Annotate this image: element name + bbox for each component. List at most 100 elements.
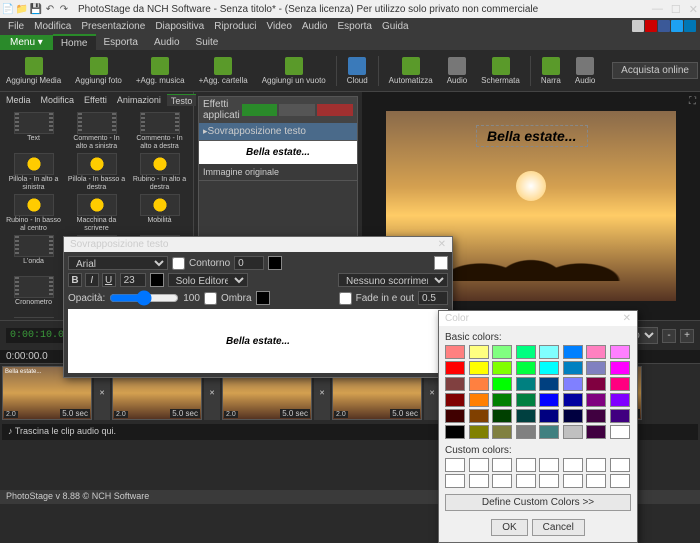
color-swatch[interactable]: [563, 393, 583, 407]
color-swatch[interactable]: [492, 345, 512, 359]
qat-save-icon[interactable]: 💾: [30, 3, 42, 15]
color-swatch[interactable]: [563, 377, 583, 391]
color-swatch[interactable]: [539, 425, 559, 439]
scroll-select[interactable]: Nessuno scorrimento: [338, 273, 448, 287]
linkedin-icon[interactable]: [684, 20, 696, 32]
text-dialog-preview[interactable]: Bella estate...: [68, 309, 448, 373]
ribbon-narra[interactable]: Narra: [537, 55, 565, 87]
color-swatch[interactable]: [610, 361, 630, 375]
underline-button[interactable]: U: [102, 273, 116, 287]
color-swatch[interactable]: [563, 425, 583, 439]
ribbon-aggiungi-media[interactable]: Aggiungi Media: [2, 55, 65, 87]
menu-edit[interactable]: Modifica: [30, 20, 75, 33]
fade-input[interactable]: [418, 291, 448, 305]
custom-color-swatch[interactable]: [469, 458, 489, 472]
add-effect-icon[interactable]: [242, 104, 278, 116]
qat-new-icon[interactable]: 📄: [2, 3, 14, 15]
color-swatch[interactable]: [586, 393, 606, 407]
fx-item[interactable]: Rubino - In alto a destra: [130, 153, 189, 190]
custom-color-swatch[interactable]: [492, 458, 512, 472]
color-swatch[interactable]: [586, 377, 606, 391]
effect-settings-icon[interactable]: [279, 104, 315, 116]
menu-play[interactable]: Riproduci: [210, 20, 260, 33]
ribbon--agg-musica[interactable]: +Agg. musica: [132, 55, 189, 87]
color-swatch[interactable]: [516, 345, 536, 359]
custom-color-swatch[interactable]: [516, 458, 536, 472]
color-swatch[interactable]: [445, 361, 465, 375]
color-swatch[interactable]: [469, 425, 489, 439]
color-swatch[interactable]: [445, 425, 465, 439]
menu-slide[interactable]: Diapositiva: [151, 20, 208, 33]
opacity-slider[interactable]: [109, 290, 179, 306]
zoom-in-icon[interactable]: +: [680, 329, 694, 343]
color-swatch[interactable]: [539, 393, 559, 407]
qat-redo-icon[interactable]: ↷: [58, 3, 70, 15]
menu-audio[interactable]: Audio: [298, 20, 332, 33]
color-swatch[interactable]: [563, 345, 583, 359]
ok-button[interactable]: OK: [491, 519, 527, 536]
cancel-button[interactable]: Cancel: [532, 519, 585, 536]
ribbon-audio[interactable]: Audio: [571, 55, 599, 87]
color-swatch[interactable]: [610, 393, 630, 407]
tab-audio[interactable]: Audio: [146, 35, 188, 50]
custom-color-swatch[interactable]: [610, 458, 630, 472]
define-colors-button[interactable]: Define Custom Colors >>: [445, 494, 631, 511]
color-swatch[interactable]: [469, 361, 489, 375]
shadow-checkbox[interactable]: [204, 292, 217, 305]
fx-item[interactable]: Pillola - In basso a destra: [67, 153, 126, 190]
bold-button[interactable]: B: [68, 273, 82, 287]
color-swatch[interactable]: [563, 409, 583, 423]
fx-item[interactable]: Mobilità: [130, 194, 189, 231]
menu-presentation[interactable]: Presentazione: [77, 20, 149, 33]
facebook-icon[interactable]: [658, 20, 670, 32]
menu-dropdown[interactable]: Menu ▾: [0, 35, 53, 50]
ribbon-cloud[interactable]: Cloud: [343, 55, 372, 87]
color-swatch[interactable]: [492, 425, 512, 439]
custom-color-swatch[interactable]: [563, 474, 583, 488]
dialog-close-icon[interactable]: ✕: [438, 239, 446, 250]
tab-suite[interactable]: Suite: [188, 35, 227, 50]
fx-item[interactable]: Macchina da scrivere: [67, 194, 126, 231]
color-swatch[interactable]: [445, 393, 465, 407]
menu-file[interactable]: File: [4, 20, 28, 33]
shadow-color-swatch[interactable]: [256, 291, 270, 305]
text-overlay[interactable]: Bella estate...: [476, 125, 588, 147]
ribbon--agg-cartella[interactable]: +Agg. cartella: [195, 55, 252, 87]
color-swatch[interactable]: [516, 409, 536, 423]
qat-open-icon[interactable]: 📁: [16, 3, 28, 15]
color-swatch[interactable]: [563, 361, 583, 375]
ribbon-automatizza[interactable]: Automatizza: [385, 55, 437, 87]
outline-checkbox[interactable]: [172, 257, 185, 270]
color-swatch[interactable]: [445, 377, 465, 391]
custom-color-swatch[interactable]: [610, 474, 630, 488]
color-swatch[interactable]: [516, 361, 536, 375]
color-swatch[interactable]: [539, 361, 559, 375]
color-dialog-close-icon[interactable]: ✕: [623, 313, 631, 324]
color-swatch[interactable]: [445, 345, 465, 359]
menu-help[interactable]: Guida: [378, 20, 413, 33]
fade-checkbox[interactable]: [339, 292, 352, 305]
custom-color-swatch[interactable]: [539, 458, 559, 472]
outline-width-input[interactable]: [234, 256, 264, 270]
side-tab-anim[interactable]: Animazioni: [113, 94, 165, 106]
ribbon-aggiungi-un-vuoto[interactable]: Aggiungi un vuoto: [258, 55, 330, 87]
custom-color-swatch[interactable]: [445, 458, 465, 472]
menu-video[interactable]: Video: [262, 20, 295, 33]
youtube-icon[interactable]: [645, 20, 657, 32]
color-swatch[interactable]: [586, 345, 606, 359]
color-swatch[interactable]: [492, 361, 512, 375]
fx-item[interactable]: Rubino - In basso al centro: [4, 194, 63, 231]
editor-mode-select[interactable]: Solo Editore: [168, 273, 248, 287]
ribbon-schermata[interactable]: Schermata: [477, 55, 524, 87]
color-swatch[interactable]: [516, 425, 536, 439]
color-swatch[interactable]: [610, 425, 630, 439]
menu-export[interactable]: Esporta: [333, 20, 375, 33]
custom-color-swatch[interactable]: [516, 474, 536, 488]
remove-effect-icon[interactable]: [317, 104, 353, 116]
custom-color-swatch[interactable]: [563, 458, 583, 472]
font-size-input[interactable]: [120, 273, 146, 287]
tab-home[interactable]: Home: [53, 34, 96, 51]
fx-item[interactable]: Commento - In alto a sinistra: [67, 112, 126, 149]
effect-item[interactable]: ▸ Sovrapposizione testo: [199, 123, 357, 141]
custom-color-swatch[interactable]: [469, 474, 489, 488]
